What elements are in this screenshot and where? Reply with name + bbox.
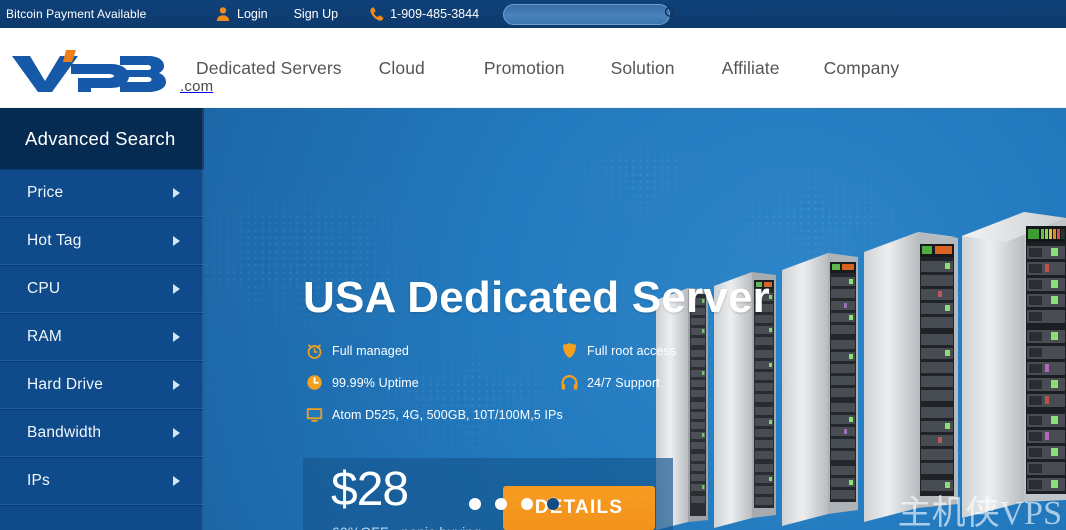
main-navigation: Dedicated Servers Cloud Promotion Soluti… — [196, 28, 899, 108]
sidebar-item-label: Hard Drive — [27, 376, 104, 393]
phone-icon — [368, 6, 385, 23]
feature-row: 99.99% Uptime 24/7 Support — [305, 373, 705, 405]
price-amount: $28 — [331, 463, 409, 516]
nav-item-affiliate[interactable]: Affiliate — [722, 58, 780, 79]
logo-mark-icon — [8, 48, 178, 99]
server-rack-illustration — [656, 212, 1066, 530]
watermark-text: 主机侠VPS — [897, 495, 1062, 530]
feature-support: 24/7 Support — [560, 373, 660, 392]
sidebar-item-hot-tag[interactable]: Hot Tag — [0, 217, 204, 265]
feature-label: Full managed — [332, 343, 409, 358]
search-box[interactable] — [503, 4, 678, 25]
chevron-right-icon — [173, 284, 180, 294]
clock-icon — [305, 373, 324, 392]
sidebar-item-hard-drive[interactable]: Hard Drive — [0, 361, 204, 409]
carousel-dot-3[interactable] — [521, 498, 533, 510]
chevron-right-icon — [173, 380, 180, 390]
sidebar-item-partial[interactable] — [0, 505, 204, 523]
sidebar-item-cpu[interactable]: CPU — [0, 265, 204, 313]
nav-item-cloud[interactable]: Cloud — [379, 58, 425, 79]
carousel-pagination — [469, 498, 559, 510]
feature-row: Full managed Full root access — [305, 341, 705, 373]
sidebar-item-label: Bandwidth — [27, 424, 102, 441]
hero-feature-list: Full managed Full root access 99.99% Upt… — [305, 341, 705, 437]
chevron-right-icon — [173, 188, 180, 198]
carousel-dot-2[interactable] — [495, 498, 507, 510]
sidebar-item-label: CPU — [27, 280, 61, 297]
price-panel: $28 60%OFF - panic buying DETAILS — [303, 458, 673, 530]
feature-label: Atom D525, 4G, 500GB, 10T/100M,5 IPs — [332, 407, 563, 422]
topbar-right-group: Login Sign Up 1-909-485-3844 — [215, 0, 479, 28]
sidebar-item-ram[interactable]: RAM — [0, 313, 204, 361]
feature-full-managed: Full managed — [305, 341, 409, 360]
monitor-icon — [305, 405, 324, 424]
search-icon — [664, 6, 678, 23]
sidebar-item-ips[interactable]: IPs — [0, 457, 204, 505]
search-input[interactable] — [504, 5, 664, 24]
sidebar-item-price[interactable]: Price — [0, 169, 204, 217]
carousel-dot-1[interactable] — [469, 498, 481, 510]
sidebar-item-label: Price — [27, 184, 64, 201]
shield-icon — [560, 341, 579, 360]
top-utility-bar: Bitcoin Payment Available Login Sign Up … — [0, 0, 1066, 28]
feature-row: Atom D525, 4G, 500GB, 10T/100M,5 IPs — [305, 405, 705, 437]
search-button[interactable] — [664, 4, 678, 25]
advanced-search-sidebar: Advanced Search Price Hot Tag CPU RAM Ha… — [0, 108, 204, 530]
bitcoin-promo-text: Bitcoin Payment Available — [6, 7, 147, 21]
site-header: .com Dedicated Servers Cloud Promotion S… — [0, 28, 1066, 108]
feature-full-root-access: Full root access — [560, 341, 676, 360]
site-logo[interactable]: .com — [8, 48, 213, 99]
feature-label: 99.99% Uptime — [332, 375, 419, 390]
alarm-clock-icon — [305, 341, 324, 360]
feature-uptime: 99.99% Uptime — [305, 373, 419, 392]
hero-stage: Advanced Search Price Hot Tag CPU RAM Ha… — [0, 108, 1066, 530]
login-link[interactable]: Login — [237, 7, 268, 21]
chevron-right-icon — [173, 236, 180, 246]
phone-number: 1-909-485-3844 — [390, 7, 480, 21]
nav-item-solution[interactable]: Solution — [611, 58, 675, 79]
chevron-right-icon — [173, 476, 180, 486]
signup-link[interactable]: Sign Up — [294, 7, 338, 21]
headset-icon — [560, 373, 579, 392]
nav-item-company[interactable]: Company — [824, 58, 900, 79]
feature-label: 24/7 Support — [587, 375, 660, 390]
sidebar-item-label: Hot Tag — [27, 232, 82, 249]
sidebar-edge-highlight — [202, 108, 204, 530]
sidebar-item-bandwidth[interactable]: Bandwidth — [0, 409, 204, 457]
chevron-right-icon — [173, 332, 180, 342]
sidebar-item-label: IPs — [27, 472, 50, 489]
sidebar-title: Advanced Search — [0, 108, 204, 169]
chevron-right-icon — [173, 428, 180, 438]
feature-spec: Atom D525, 4G, 500GB, 10T/100M,5 IPs — [305, 405, 563, 424]
hero-title: USA Dedicated Server — [303, 273, 771, 322]
price-note: 60%OFF - panic buying — [332, 524, 481, 530]
carousel-dot-4[interactable] — [547, 498, 559, 510]
user-icon — [215, 6, 231, 22]
nav-item-dedicated-servers[interactable]: Dedicated Servers — [196, 58, 342, 79]
feature-label: Full root access — [587, 343, 677, 358]
nav-item-promotion[interactable]: Promotion — [484, 58, 565, 79]
sidebar-item-label: RAM — [27, 328, 63, 345]
